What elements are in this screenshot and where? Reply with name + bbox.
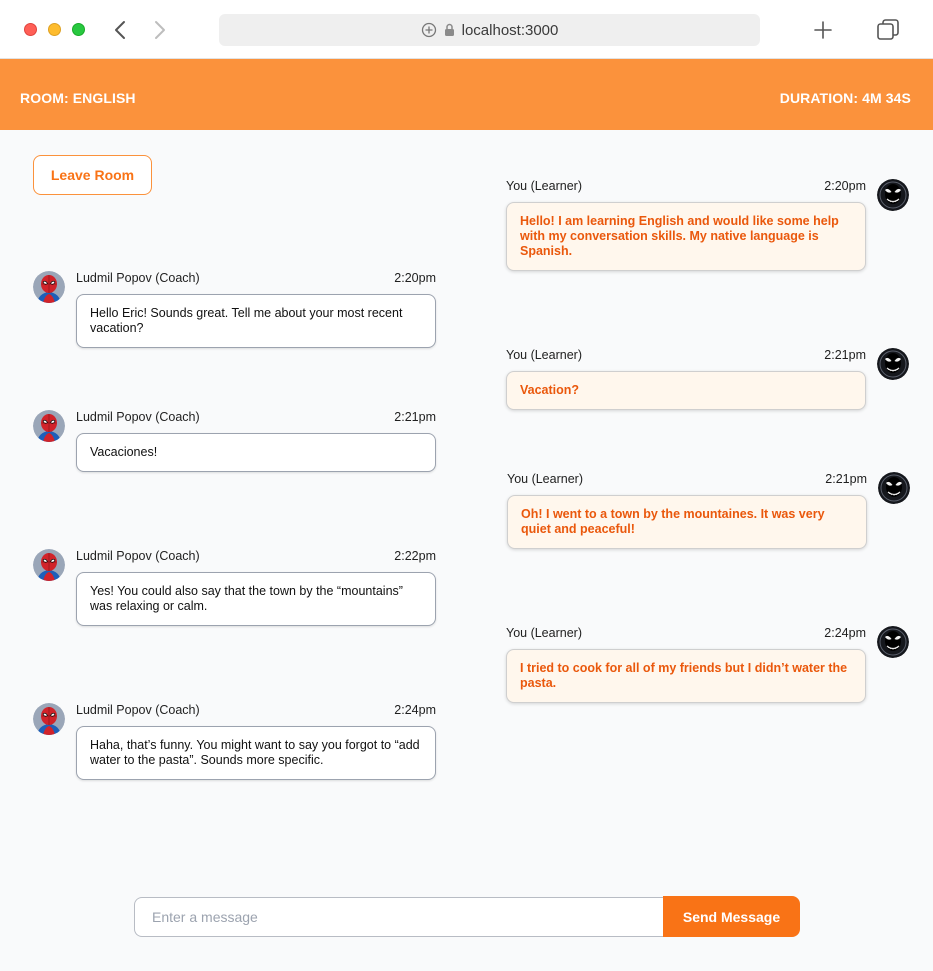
- coach-avatar-icon[interactable]: [33, 549, 65, 581]
- window-close-button[interactable]: [24, 23, 37, 36]
- coach-avatar-icon[interactable]: [33, 271, 65, 303]
- message-time: 2:21pm: [394, 410, 436, 424]
- message-coach: Ludmil Popov (Coach) 2:22pm Yes! You cou…: [33, 549, 436, 627]
- room-duration: DURATION: 4M 34S: [779, 90, 911, 106]
- message-author: Ludmil Popov (Coach): [76, 703, 200, 717]
- message-bubble: I tried to cook for all of my friends bu…: [506, 649, 866, 703]
- coach-avatar-icon[interactable]: [33, 410, 65, 442]
- learner-avatar-icon[interactable]: [877, 179, 909, 211]
- learner-avatar-icon[interactable]: [877, 626, 909, 658]
- message-bubble: Yes! You could also say that the town by…: [76, 572, 436, 626]
- message-author: Ludmil Popov (Coach): [76, 410, 200, 424]
- message-time: 2:22pm: [394, 549, 436, 563]
- message-bubble: Haha, that’s funny. You might want to sa…: [76, 726, 436, 780]
- room-header: ROOM: ENGLISH DURATION: 4M 34S: [0, 59, 933, 130]
- coach-avatar-icon[interactable]: [33, 703, 65, 735]
- message-bubble: Hello! I am learning English and would l…: [506, 202, 866, 271]
- message-bubble: Oh! I went to a town by the mountaines. …: [507, 495, 867, 549]
- window-zoom-button[interactable]: [72, 23, 85, 36]
- message-author: You (Learner): [506, 179, 582, 193]
- message-learner: You (Learner) 2:21pm Oh! I went to a tow…: [507, 472, 910, 549]
- message-time: 2:21pm: [824, 348, 866, 362]
- message-coach: Ludmil Popov (Coach) 2:21pm Vacaciones!: [33, 410, 436, 472]
- message-learner: You (Learner) 2:24pm I tried to cook for…: [506, 626, 909, 703]
- message-time: 2:20pm: [394, 271, 436, 285]
- plus-icon: [814, 21, 832, 39]
- url-text: localhost:3000: [461, 21, 559, 39]
- message-bubble: Vacation?: [506, 371, 866, 410]
- new-tab-button[interactable]: [810, 17, 836, 43]
- site-settings-icon: [421, 22, 436, 38]
- message-learner: You (Learner) 2:21pm Vacation?: [506, 348, 909, 410]
- address-bar[interactable]: localhost:3000: [219, 14, 760, 46]
- message-time: 2:20pm: [824, 179, 866, 193]
- message-author: Ludmil Popov (Coach): [76, 271, 200, 285]
- send-message-button[interactable]: Send Message: [663, 896, 800, 937]
- message-bubble: Hello Eric! Sounds great. Tell me about …: [76, 294, 436, 348]
- tabs-overview-icon: [877, 19, 899, 40]
- message-author: You (Learner): [506, 626, 582, 640]
- tab-overview-button[interactable]: [875, 17, 901, 43]
- chevron-left-icon: [115, 21, 125, 39]
- chevron-right-icon: [155, 21, 165, 39]
- window-minimize-button[interactable]: [48, 23, 61, 36]
- learner-avatar-icon[interactable]: [878, 472, 910, 504]
- message-author: Ludmil Popov (Coach): [76, 549, 200, 563]
- message-time: 2:24pm: [824, 626, 866, 640]
- message-coach: Ludmil Popov (Coach) 2:24pm Haha, that’s…: [33, 703, 436, 781]
- message-bubble: Vacaciones!: [76, 433, 436, 472]
- message-author: You (Learner): [506, 348, 582, 362]
- message-input[interactable]: [134, 897, 664, 937]
- message-time: 2:21pm: [825, 472, 867, 486]
- room-title: ROOM: ENGLISH: [20, 90, 136, 106]
- forward-button[interactable]: [148, 17, 172, 43]
- learner-avatar-icon[interactable]: [877, 348, 909, 380]
- lock-icon: [444, 23, 454, 36]
- message-coach: Ludmil Popov (Coach) 2:20pm Hello Eric! …: [33, 271, 436, 349]
- browser-toolbar: localhost:3000: [0, 0, 933, 59]
- message-learner: You (Learner) 2:20pm Hello! I am learnin…: [506, 179, 909, 271]
- leave-room-button[interactable]: Leave Room: [33, 155, 152, 195]
- message-time: 2:24pm: [394, 703, 436, 717]
- message-author: You (Learner): [507, 472, 583, 486]
- back-button[interactable]: [108, 17, 132, 43]
